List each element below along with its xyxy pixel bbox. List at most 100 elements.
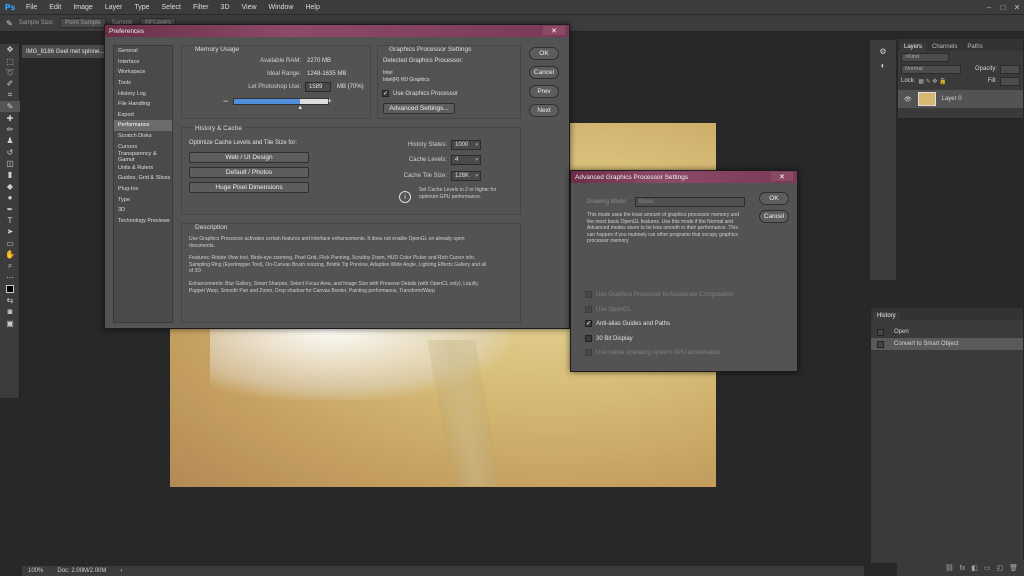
category-item[interactable]: File Handling	[114, 99, 172, 110]
quick-select-tool-icon[interactable]: ✐	[0, 78, 20, 89]
adv-option-checkbox[interactable]	[585, 349, 592, 356]
slider-thumb-icon[interactable]: ▲	[297, 105, 303, 111]
type-tool-icon[interactable]: T	[0, 215, 20, 226]
mask-icon[interactable]: ◧	[971, 564, 978, 572]
cache-tile-size-select[interactable]: 128K ▾	[451, 171, 481, 181]
healing-tool-icon[interactable]: ✚	[0, 112, 20, 123]
category-item[interactable]: History Log	[114, 88, 172, 99]
adv-option-checkbox[interactable]: ✓	[585, 320, 592, 327]
history-item[interactable]: Convert to Smart Object	[871, 338, 1023, 350]
category-item[interactable]: Export	[114, 110, 172, 121]
menu-window[interactable]: Window	[263, 4, 300, 11]
advanced-gpu-title-bar[interactable]: Advanced Graphics Processor Settings	[571, 171, 797, 183]
minimize-icon[interactable]: –	[982, 3, 996, 12]
category-item[interactable]: Transparency & Gamut	[114, 151, 172, 163]
category-item[interactable]: Scratch Disks	[114, 131, 172, 142]
category-item[interactable]: Guides, Grid & Slices	[114, 173, 172, 184]
menu-edit[interactable]: Edit	[43, 4, 67, 11]
category-item[interactable]: Workspace	[114, 67, 172, 78]
fx-icon[interactable]: fx	[960, 565, 965, 572]
default-photos-button[interactable]: Default / Photos	[189, 167, 309, 178]
blend-mode-select[interactable]: Normal	[901, 64, 961, 74]
pen-tool-icon[interactable]: ✒	[0, 203, 20, 214]
eye-icon[interactable]: 👁	[904, 96, 912, 103]
opacity-field[interactable]	[1000, 64, 1020, 74]
menu-select[interactable]: Select	[156, 4, 187, 11]
ok-button[interactable]: OK	[529, 47, 559, 60]
cache-levels-select[interactable]: 4 ▾	[451, 155, 481, 165]
eyedropper-tool-icon[interactable]: ✎	[0, 100, 20, 113]
folder-icon[interactable]: ▭	[984, 564, 991, 572]
close-icon[interactable]: ✕	[543, 26, 565, 35]
drawing-mode-select[interactable]: Basic	[635, 197, 745, 207]
fill-field[interactable]	[1000, 76, 1020, 86]
screen-mode-icon[interactable]: ▣	[0, 317, 20, 328]
tab-paths[interactable]: Paths	[963, 43, 986, 51]
path-select-icon[interactable]: ➤	[0, 226, 20, 237]
history-brush-source[interactable]	[877, 340, 884, 348]
category-item[interactable]: Technology Previews	[114, 216, 172, 227]
plus-icon[interactable]: +	[327, 96, 332, 106]
history-states-select[interactable]: 1000 ▾	[451, 140, 481, 150]
menu-type[interactable]: Type	[128, 4, 155, 11]
properties-icon[interactable]: ⚙	[870, 44, 896, 58]
swap-colors-icon[interactable]: ⇆	[0, 295, 20, 306]
layer-row[interactable]: 👁 Layer 0	[898, 90, 1023, 108]
trash-icon[interactable]: 🗑	[1009, 564, 1018, 572]
lock-icons[interactable]: ▦ ✎ ✥ 🔒	[918, 78, 946, 85]
minus-icon[interactable]: −	[223, 96, 228, 106]
layer-filter-select[interactable]: ⌕ Kind	[901, 52, 949, 62]
advanced-settings-button[interactable]: Advanced Settings...	[383, 103, 455, 114]
category-item[interactable]: 3D	[114, 205, 172, 216]
cancel-button[interactable]: Cancel	[529, 66, 559, 79]
category-item[interactable]: Tools	[114, 78, 172, 89]
category-item[interactable]: Units & Rulers	[114, 163, 172, 174]
stamp-tool-icon[interactable]: ♟	[0, 135, 20, 146]
sample-size-select[interactable]: Point Sample	[60, 18, 106, 28]
menu-view[interactable]: View	[236, 4, 263, 11]
close-icon[interactable]: ✕	[1010, 3, 1024, 12]
maximize-icon[interactable]: □	[996, 3, 1010, 12]
menu-image[interactable]: Image	[67, 4, 98, 11]
color-swatches-icon[interactable]	[0, 283, 20, 294]
menu-help[interactable]: Help	[299, 4, 325, 11]
dodge-tool-icon[interactable]: ●	[0, 192, 20, 203]
brush-tool-icon[interactable]: ✏	[0, 124, 20, 135]
use-gpu-checkbox[interactable]: ✓	[382, 90, 389, 97]
category-item[interactable]: Performance	[114, 120, 172, 131]
adv-option-checkbox[interactable]	[585, 334, 592, 342]
prev-button[interactable]: Prev	[529, 85, 559, 98]
menu-layer[interactable]: Layer	[99, 4, 129, 11]
link-icon[interactable]: ⛓	[945, 564, 954, 572]
tab-channels[interactable]: Channels	[928, 43, 961, 51]
blur-tool-icon[interactable]: ◆	[0, 181, 20, 192]
memory-input[interactable]: 1589	[305, 82, 331, 92]
menu-file[interactable]: File	[20, 4, 43, 11]
tab-layers[interactable]: Layers	[900, 43, 927, 51]
adv-cancel-button[interactable]: Cancel	[759, 210, 789, 223]
chevron-right-icon[interactable]: ›	[120, 568, 122, 574]
adv-option-checkbox[interactable]	[585, 291, 592, 298]
quick-mask-icon[interactable]: ◙	[0, 306, 20, 317]
lasso-tool-icon[interactable]: ➰	[0, 67, 20, 78]
zoom-level[interactable]: 100%	[28, 568, 43, 574]
category-item[interactable]: Plug-Ins	[114, 184, 172, 195]
more-tools-icon[interactable]: ⋯	[0, 272, 20, 283]
next-button[interactable]: Next	[529, 104, 559, 117]
shape-tool-icon[interactable]: ▭	[0, 238, 20, 249]
eyedropper-icon[interactable]: ✎	[6, 19, 13, 28]
category-item[interactable]: General	[114, 46, 172, 57]
hand-tool-icon[interactable]: ✋	[0, 249, 20, 260]
eraser-tool-icon[interactable]: ◫	[0, 158, 20, 169]
adv-ok-button[interactable]: OK	[759, 192, 789, 205]
memory-slider[interactable]	[233, 98, 329, 105]
move-tool-icon[interactable]: ✥	[0, 44, 20, 55]
category-item[interactable]: Type	[114, 194, 172, 205]
huge-pixel-dimensions-button[interactable]: Huge Pixel Dimensions	[189, 182, 309, 193]
marquee-tool-icon[interactable]: ⬚	[0, 55, 20, 66]
menu-3d[interactable]: 3D	[215, 4, 236, 11]
new-layer-icon[interactable]: ◰	[996, 564, 1003, 572]
zoom-tool-icon[interactable]: ⌕	[0, 260, 20, 271]
close-icon[interactable]: ✕	[771, 172, 793, 181]
history-brush-icon[interactable]: ↺	[0, 147, 20, 158]
